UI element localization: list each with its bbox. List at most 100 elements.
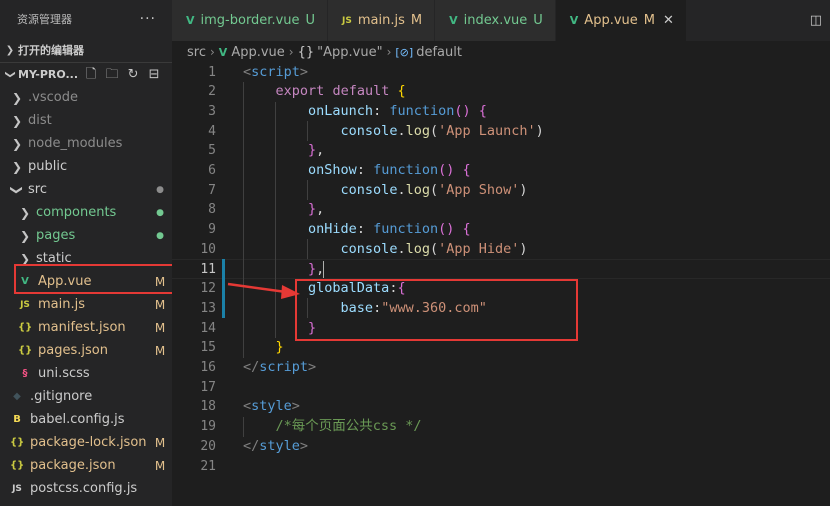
project-section[interactable]: ❯ MY-PRO... 🗋 🗀 ↻ ⊟ [0,62,172,86]
breadcrumb-folder[interactable]: src [187,45,206,60]
code-token: function [373,221,439,238]
code-line: 4 console.log('App Launch') [172,122,830,142]
editor-tab[interactable]: Vindex.vue U [435,0,556,41]
json-file-icon: {} [10,460,25,471]
git-status-badge: M [154,458,166,473]
close-icon[interactable]: ✕ [663,13,674,28]
code-token: ) [519,240,528,257]
code-line: 10 console.log('App Hide') [172,240,830,260]
code-line: 11 }, [172,260,830,280]
tree-file[interactable]: {} pages.json M [0,339,172,362]
more-actions-icon[interactable]: ··· [140,11,156,27]
tree-file[interactable]: JS postcss.config.js [0,477,172,500]
editor-tab[interactable]: Vimg-border.vue U [172,0,329,41]
code-token: > [299,437,309,454]
chevron-right-icon: ❯ [11,113,23,128]
tree-folder[interactable]: ❯ components ● [0,201,172,224]
git-status-badge: M [154,297,166,312]
code-text: console.log('App Launch') [243,122,544,142]
code-text: </style> [243,437,308,457]
code-text: base:"www.360.com" [243,299,487,319]
chevron-right-icon: › [288,45,294,59]
code-line: 19 /*每个页面公共css */ [172,417,830,437]
tree-item-label: static [36,251,72,266]
tree-file[interactable]: Bbabel.config.js [0,408,172,431]
tree-folder[interactable]: ❯ src ● [0,178,172,201]
chevron-right-icon: ❯ [11,136,23,151]
code-token: console [340,122,398,139]
editor-tab[interactable]: JS main.js M [328,0,436,41]
vue-file-icon: V [21,276,29,287]
tree-file[interactable]: ◆ .gitignore [0,385,172,408]
sass-file-icon: § [22,368,28,379]
line-number: 13 [200,300,216,316]
breadcrumb-object[interactable]: "App.vue" [317,45,382,60]
chevron-right-icon: ❯ [19,251,31,266]
js-file-icon: JS [20,299,30,310]
code-token: ) [519,181,528,198]
code-token: , [316,142,325,159]
tree-folder[interactable]: ❯ public [0,155,172,178]
tree-folder[interactable]: ❯ pages ● [0,224,172,247]
code-text: </script> [243,358,316,378]
tree-file[interactable]: § uni.scss [0,362,172,385]
code-token: } [275,339,284,356]
tree-file[interactable]: {} package.json M [0,454,172,477]
code-text: }, [243,260,324,280]
code-text: globalData:{ [243,279,406,299]
chevron-down-icon: ❯ [4,70,16,79]
code-token: . [397,240,406,257]
new-folder-icon[interactable]: 🗀 [105,67,119,82]
tree-file[interactable]: {} manifest.json M [0,316,172,339]
code-token: { [462,162,471,178]
tree-item-label: main.js [38,297,85,312]
new-file-icon[interactable]: 🗋 [84,67,98,82]
tree-file[interactable]: V App.vue M [0,270,172,293]
tree-folder[interactable]: ❯ .vscode [0,86,172,109]
line-number: 5 [208,143,216,159]
code-line: 1 <script> [172,63,830,83]
vue-file-icon: V [218,45,228,59]
code-token: > [299,63,309,80]
breadcrumb-file[interactable]: App.vue [231,45,284,60]
tree-folder[interactable]: ❯ node_modules [0,132,172,155]
code-token: log [405,240,430,257]
code-token: < [243,398,252,415]
object-symbol-icon: {} [297,44,315,60]
code-token: } [308,319,317,336]
code-text: onLaunch: function() { [243,102,487,122]
tree-folder[interactable]: ❯ static [0,247,172,270]
code-token: ( [429,240,439,257]
code-token: , [316,201,325,218]
chevron-down-icon: ❯ [10,184,24,195]
refresh-icon[interactable]: ↻ [126,67,140,82]
code-token: 'App Launch' [438,122,536,139]
code-token: () [454,102,471,119]
code-line: 9 onHide: function() { [172,220,830,240]
line-number: 15 [200,340,216,356]
code-line: 6 onShow: function() { [172,161,830,181]
editor-tab[interactable]: V App.vue M ✕ [555,0,687,41]
chevron-right-icon: ❯ [19,228,31,243]
code-line: 2 export default { [172,82,830,102]
code-token: base [340,299,374,316]
tab-label: img-border.vue [200,13,300,28]
collapse-all-icon[interactable]: ⊟ [147,67,161,82]
tree-item-label: uni.scss [38,366,90,381]
tree-item-label: App.vue [38,274,92,289]
code-token: > [308,359,317,375]
tree-file[interactable]: {} package-lock.json M [0,431,172,454]
tab-bar-filler: ◫ [686,0,830,41]
tree-file[interactable]: JS main.js M [0,293,172,316]
tree-folder[interactable]: ❯ dist [0,109,172,132]
tree-item-label: package.json [30,458,116,473]
git-file-icon: ◆ [13,391,21,402]
split-editor-icon[interactable]: ◫ [810,13,822,28]
breadcrumb-symbol[interactable]: default [416,45,462,60]
code-token: () [438,221,455,238]
tree-item-label: node_modules [28,136,123,151]
open-editors-section[interactable]: ❯ 打开的编辑器 [0,38,172,62]
